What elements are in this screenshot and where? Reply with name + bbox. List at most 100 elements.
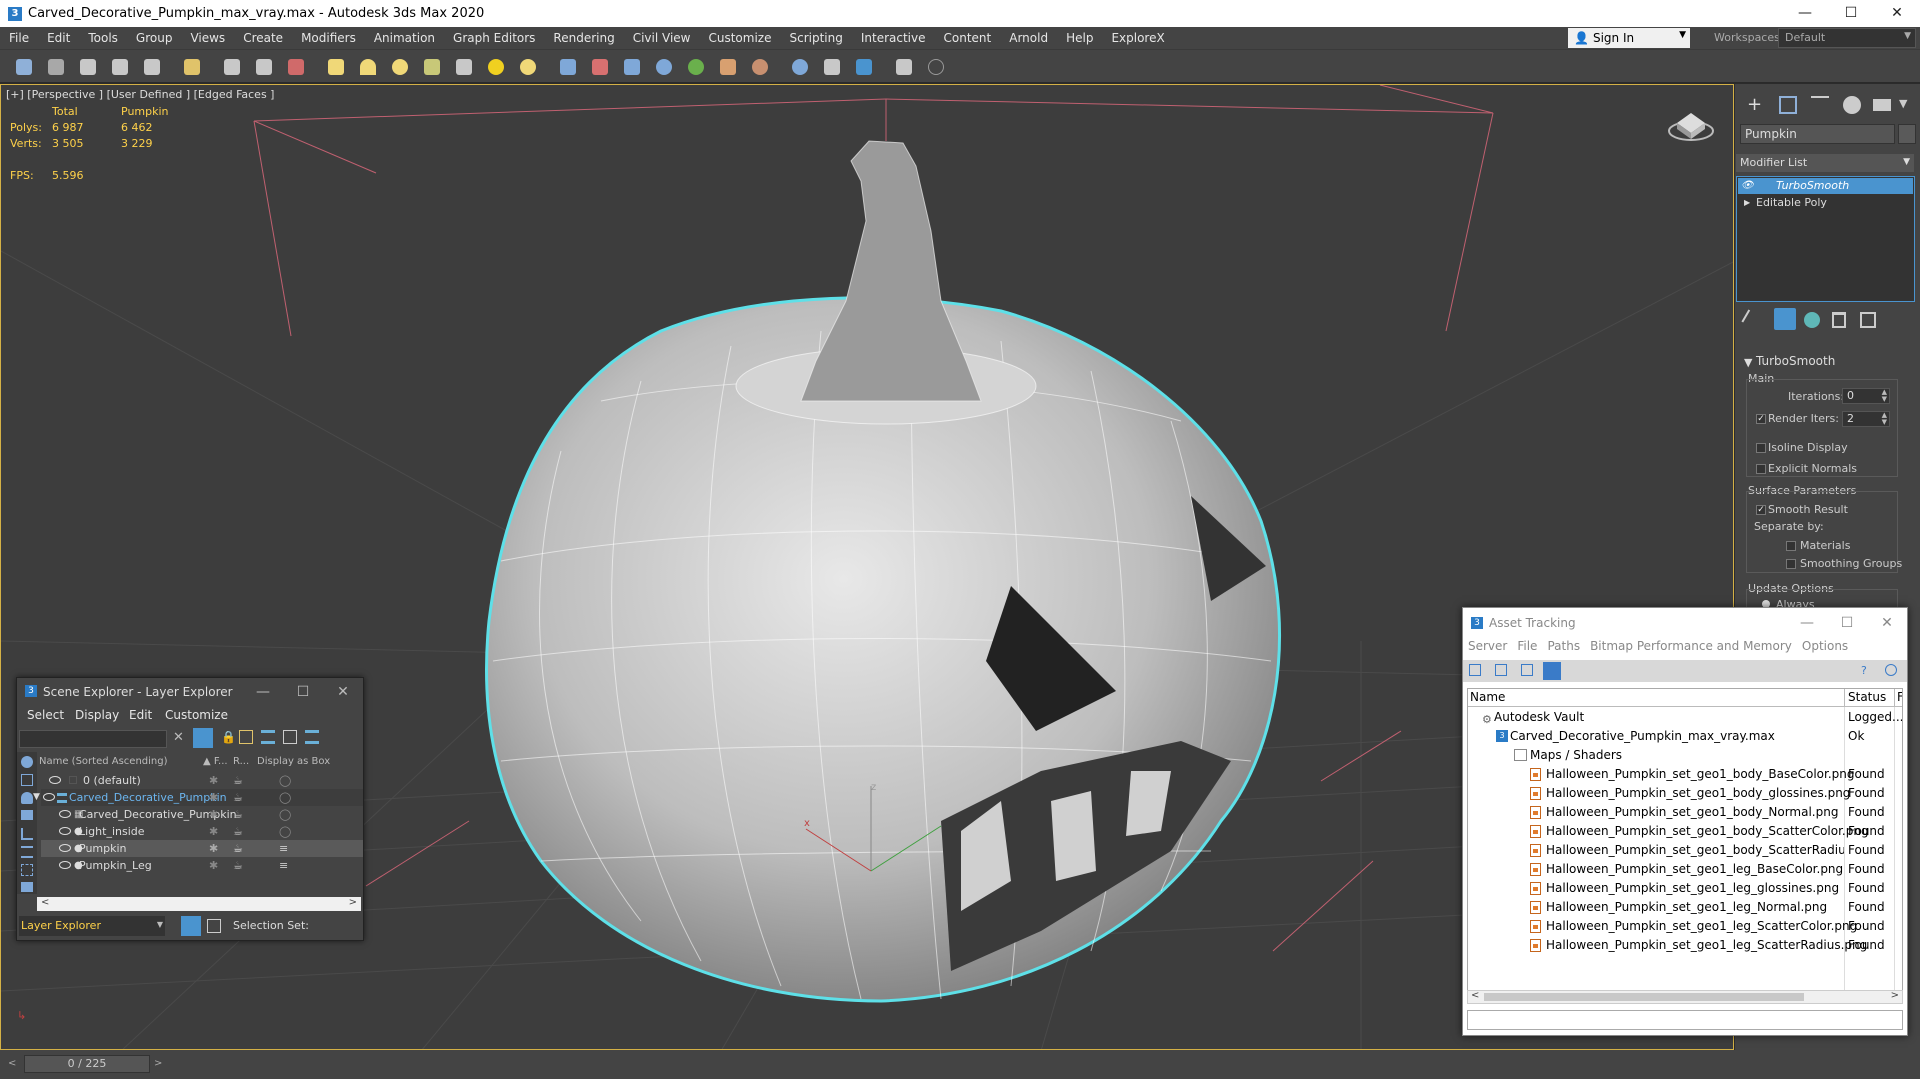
hierarchy-mode-icon[interactable] <box>207 919 221 933</box>
menu-content[interactable]: Content <box>935 31 1001 45</box>
close-button[interactable]: ✕ <box>1867 608 1907 638</box>
smoothing-groups-checkbox[interactable] <box>1786 559 1796 569</box>
spinner-arrows-icon[interactable]: ▲ ▼ <box>1882 412 1887 426</box>
materials-checkbox[interactable] <box>1786 541 1796 551</box>
asset-row-maps-folder[interactable]: Maps / Shaders <box>1468 746 1902 765</box>
object-row-light-inside[interactable]: ● Light_inside ✱ ☕ ◯ <box>41 823 363 840</box>
bind-space-warp-icon[interactable] <box>144 59 160 75</box>
scroll-right-icon[interactable]: > <box>1891 990 1899 1001</box>
mesh-icon[interactable] <box>752 59 768 75</box>
link-icon[interactable] <box>80 59 96 75</box>
menu-civil-view[interactable]: Civil View <box>624 31 700 45</box>
asset-row-file[interactable]: Halloween_Pumpkin_set_geo1_body_ScatterR… <box>1468 841 1902 860</box>
menu-group[interactable]: Group <box>127 31 182 45</box>
asset-row-file[interactable]: Halloween_Pumpkin_set_geo1_body_Normal.p… <box>1468 803 1902 822</box>
stair-icon[interactable] <box>720 59 736 75</box>
menu-tools[interactable]: Tools <box>79 31 127 45</box>
menu-interactive[interactable]: Interactive <box>852 31 935 45</box>
system-icon[interactable] <box>624 59 640 75</box>
object-row-carved-pumpkin[interactable]: ▦ Carved_Decorative_Pumpkin ✱ ☕ ◯ <box>41 806 363 823</box>
geometry-filter-icon[interactable] <box>21 756 33 768</box>
layer-explorer-mode-icon[interactable] <box>181 916 201 936</box>
render-teapot-icon[interactable]: ☕ <box>233 840 243 857</box>
col-name[interactable]: Name <box>1470 690 1505 704</box>
at-menu-paths[interactable]: Paths <box>1542 639 1585 659</box>
smooth-result-checkbox[interactable]: ✓ <box>1756 505 1766 515</box>
create-dome-icon[interactable] <box>360 59 376 75</box>
at-menu-server[interactable]: Server <box>1463 639 1512 659</box>
menu-create[interactable]: Create <box>234 31 292 45</box>
visibility-eye-icon[interactable] <box>59 861 71 869</box>
time-slider[interactable]: 0 / 225 <box>24 1055 150 1073</box>
select-rotate-icon[interactable] <box>256 59 272 75</box>
show-end-result-icon[interactable] <box>1774 308 1796 330</box>
box-icon[interactable]: ◯ <box>279 789 291 806</box>
maximize-button[interactable]: ☐ <box>1827 608 1867 638</box>
visibility-eye-icon[interactable] <box>59 810 71 818</box>
containers-filter-icon[interactable] <box>21 882 33 892</box>
menu-views[interactable]: Views <box>181 31 234 45</box>
list-view-icon[interactable] <box>1469 664 1481 676</box>
helpers-filter-icon[interactable] <box>21 828 33 840</box>
asset-row-file[interactable]: Halloween_Pumpkin_set_geo1_body_BaseColo… <box>1468 765 1902 784</box>
render-setup-icon[interactable] <box>792 59 808 75</box>
undo-icon[interactable] <box>16 59 32 75</box>
viewport-label[interactable]: [+] [Perspective ] [User Defined ] [Edge… <box>6 88 274 101</box>
minimize-button[interactable]: — <box>1782 0 1828 27</box>
workspace-select[interactable]: Default ▼ <box>1778 28 1916 48</box>
render-icon[interactable] <box>856 59 872 75</box>
menu-modifiers[interactable]: Modifiers <box>292 31 365 45</box>
freeze-icon[interactable]: ✱ <box>209 772 218 789</box>
help-icon[interactable] <box>928 59 944 75</box>
select-scale-icon[interactable] <box>288 59 304 75</box>
menu-help[interactable]: Help <box>1057 31 1102 45</box>
rollout-collapse-icon[interactable]: ▼ <box>1744 356 1752 369</box>
redo-icon[interactable] <box>48 59 64 75</box>
visibility-eye-icon[interactable] <box>59 827 71 835</box>
col-extra[interactable]: F <box>1897 690 1902 704</box>
scroll-left-icon[interactable]: < <box>41 897 49 908</box>
next-frame-icon[interactable]: > <box>154 1058 162 1069</box>
create-torus-icon[interactable] <box>424 59 440 75</box>
app-icon[interactable]: 3 <box>8 6 22 21</box>
spinner-arrows-icon[interactable]: ▲ ▼ <box>1882 389 1887 403</box>
create-box-icon[interactable] <box>328 59 344 75</box>
se-search-input[interactable] <box>19 730 167 748</box>
visibility-eye-icon[interactable] <box>59 844 71 852</box>
isoline-display-checkbox[interactable] <box>1756 443 1766 453</box>
help-icon[interactable]: ? <box>1861 664 1867 677</box>
pin-stack-icon[interactable] <box>1741 309 1761 329</box>
motion-tab-icon[interactable] <box>1843 96 1861 114</box>
select-object-icon[interactable] <box>184 59 200 75</box>
render-iters-checkbox[interactable]: ✓ <box>1756 414 1766 424</box>
layer-row-default[interactable]: 0 (default) ✱ ☕ ◯ <box>41 772 363 789</box>
menu-graph-editors[interactable]: Graph Editors <box>444 31 544 45</box>
asset-row-vault[interactable]: ⚙ Autodesk Vault Logged... <box>1468 708 1902 727</box>
globe-icon[interactable] <box>656 59 672 75</box>
render-frame-icon[interactable] <box>824 59 840 75</box>
col-status[interactable]: Status <box>1848 690 1886 704</box>
eye-icon[interactable]: 👁 <box>1741 178 1754 194</box>
create-light-icon[interactable] <box>488 59 504 75</box>
se-menu-edit[interactable]: Edit <box>129 708 152 722</box>
spacewarps-filter-icon[interactable] <box>21 846 33 858</box>
rollout-title-turbosmooth[interactable]: TurboSmooth <box>1756 354 1835 368</box>
scroll-thumb[interactable] <box>1484 993 1804 1001</box>
modify-tab-icon[interactable] <box>1779 96 1797 114</box>
col-frozen[interactable]: ▲ F... <box>203 756 228 767</box>
visibility-eye-icon[interactable] <box>49 776 61 784</box>
hierarchy-tab-icon[interactable] <box>1811 96 1829 114</box>
se-menu-display[interactable]: Display <box>75 708 119 722</box>
sign-in-dropdown[interactable]: 👤 Sign In ▼ <box>1568 28 1690 48</box>
cameras-filter-icon[interactable] <box>21 810 33 820</box>
render-iters-spinner[interactable]: 2 ▲ ▼ <box>1842 411 1890 427</box>
asset-row-file[interactable]: Halloween_Pumpkin_set_geo1_leg_ScatterRa… <box>1468 936 1902 955</box>
bones-icon[interactable] <box>592 59 608 75</box>
box-icon[interactable]: ≡ <box>279 857 288 874</box>
layer-row-carved-pumpkin[interactable]: ▼ Carved_Decorative_Pumpkin ✱ ☕ ◯ <box>33 789 363 806</box>
plant-icon[interactable] <box>688 59 704 75</box>
create-sphere-icon[interactable] <box>392 59 408 75</box>
menu-explorex[interactable]: ExploreX <box>1102 31 1173 45</box>
close-button[interactable]: ✕ <box>323 678 363 706</box>
bones-filter-icon[interactable] <box>21 864 33 876</box>
